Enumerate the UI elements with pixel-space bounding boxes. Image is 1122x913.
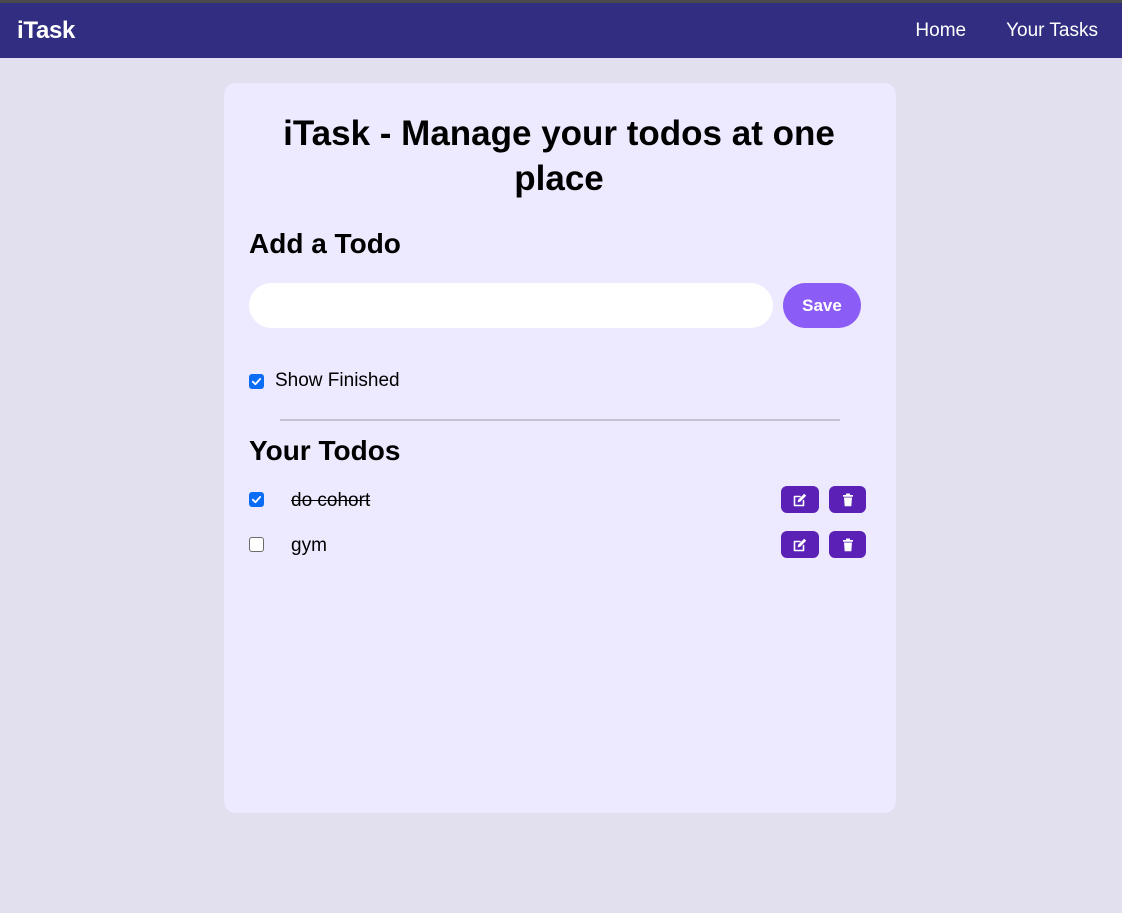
edit-icon — [793, 493, 807, 506]
todo-item: gym — [249, 531, 866, 559]
todo-text: gym — [291, 535, 327, 556]
delete-button[interactable] — [829, 531, 866, 558]
checkmark-icon — [251, 377, 262, 385]
navbar: iTask Home Your Tasks — [0, 3, 1122, 58]
trash-icon — [842, 538, 853, 551]
todo-item: do cohort — [249, 486, 866, 514]
checkmark-icon — [251, 496, 262, 504]
todo-text: do cohort — [291, 490, 371, 511]
edit-button[interactable] — [781, 531, 819, 558]
todo-input[interactable] — [249, 283, 773, 328]
show-finished-toggle[interactable]: Show Finished — [249, 370, 400, 392]
nav-link-your-tasks[interactable]: Your Tasks — [1006, 20, 1098, 42]
add-todo-heading: Add a Todo — [249, 228, 401, 259]
nav-links: Home Your Tasks — [915, 20, 1098, 42]
edit-button[interactable] — [781, 486, 819, 513]
show-finished-checkbox[interactable] — [249, 373, 264, 389]
todo-checkbox[interactable] — [249, 537, 264, 552]
todo-checkbox[interactable] — [249, 492, 264, 507]
main-card: iTask - Manage your todos at one place A… — [224, 83, 896, 813]
show-finished-label: Show Finished — [275, 370, 400, 391]
save-button[interactable]: Save — [783, 283, 861, 328]
trash-icon — [842, 493, 853, 506]
divider — [280, 419, 840, 421]
nav-link-home[interactable]: Home — [915, 20, 966, 42]
brand-logo[interactable]: iTask — [17, 17, 75, 45]
delete-button[interactable] — [829, 486, 866, 513]
edit-icon — [793, 538, 807, 551]
page-title: iTask - Manage your todos at one place — [283, 114, 835, 198]
your-todos-heading: Your Todos — [249, 435, 401, 466]
